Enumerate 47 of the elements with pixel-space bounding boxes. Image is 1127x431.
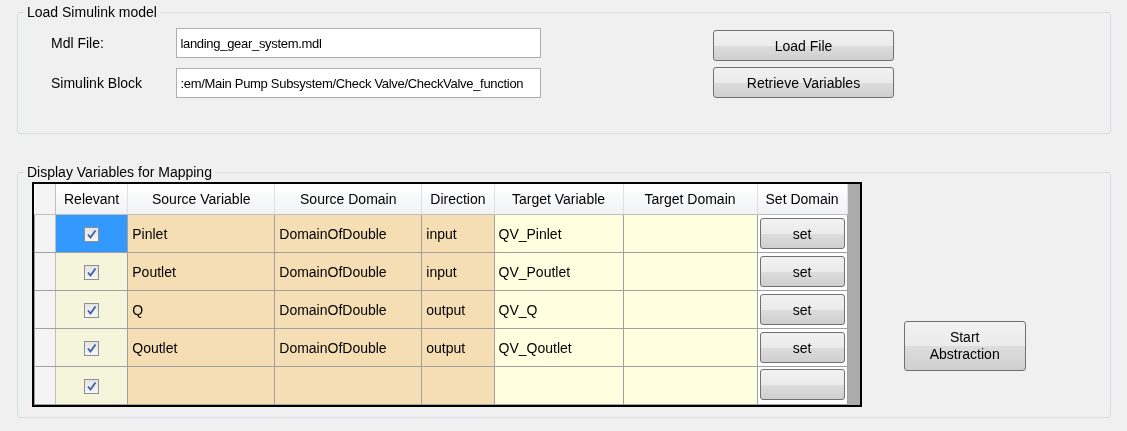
group-title: Load Simulink model: [26, 4, 158, 20]
text-field[interactable]: landing_gear_system.mdl: [176, 28, 541, 58]
table-cell: Poutlet: [127, 252, 275, 291]
table-cell: Q: [127, 290, 275, 329]
set-button[interactable]: [759, 369, 845, 400]
column-header[interactable]: Target Variable: [494, 184, 623, 215]
table-cell[interactable]: [55, 290, 128, 329]
checkbox[interactable]: [84, 378, 100, 394]
field-label: Mdl File:: [51, 35, 105, 51]
set-button[interactable]: set: [759, 294, 845, 325]
table-cell[interactable]: [55, 366, 128, 405]
table-cell: output: [421, 328, 494, 367]
start-abstraction-button[interactable]: Start Abstraction: [903, 321, 1026, 371]
set-button[interactable]: set: [759, 218, 845, 249]
column-header[interactable]: Source Domain: [274, 184, 422, 215]
table-cell: Pinlet: [127, 214, 275, 253]
column-header[interactable]: Set Domain: [757, 184, 848, 215]
column-header[interactable]: Source Variable: [127, 184, 275, 215]
column-header[interactable]: Target Domain: [623, 184, 757, 215]
table-cell: DomainOfDouble: [274, 214, 422, 253]
checkbox[interactable]: [84, 226, 100, 242]
table-cell: DomainOfDouble: [274, 328, 422, 367]
field-label: Simulink Block: [51, 75, 144, 91]
group-title: Display Variables for Mapping: [26, 164, 213, 180]
table-cell[interactable]: [55, 214, 128, 253]
table-cell: output: [421, 290, 494, 329]
table-cell: QV_Q: [494, 290, 623, 329]
table-cell: Qoutlet: [127, 328, 275, 367]
checkbox[interactable]: [84, 340, 100, 356]
table-cell[interactable]: [55, 252, 128, 291]
column-header[interactable]: Relevant: [55, 184, 128, 215]
checkbox[interactable]: [84, 302, 100, 318]
checkbox[interactable]: [84, 264, 100, 280]
table-cell[interactable]: [55, 328, 128, 367]
action-button[interactable]: Load File: [713, 30, 894, 61]
table-cell: QV_Poutlet: [494, 252, 623, 291]
table-cell: QV_Qoutlet: [494, 328, 623, 367]
action-button[interactable]: Retrieve Variables: [713, 67, 894, 98]
set-button[interactable]: set: [759, 332, 845, 363]
table-cell: input: [421, 214, 494, 253]
set-button[interactable]: set: [759, 256, 845, 287]
column-header[interactable]: Direction: [421, 184, 494, 215]
table-cell: DomainOfDouble: [274, 252, 422, 291]
table-cell: DomainOfDouble: [274, 290, 422, 329]
text-field[interactable]: :em/Main Pump Subsystem/Check Valve/CheckValve_function: [176, 68, 541, 98]
table-cell: QV_Pinlet: [494, 214, 623, 253]
table-cell: input: [421, 252, 494, 291]
